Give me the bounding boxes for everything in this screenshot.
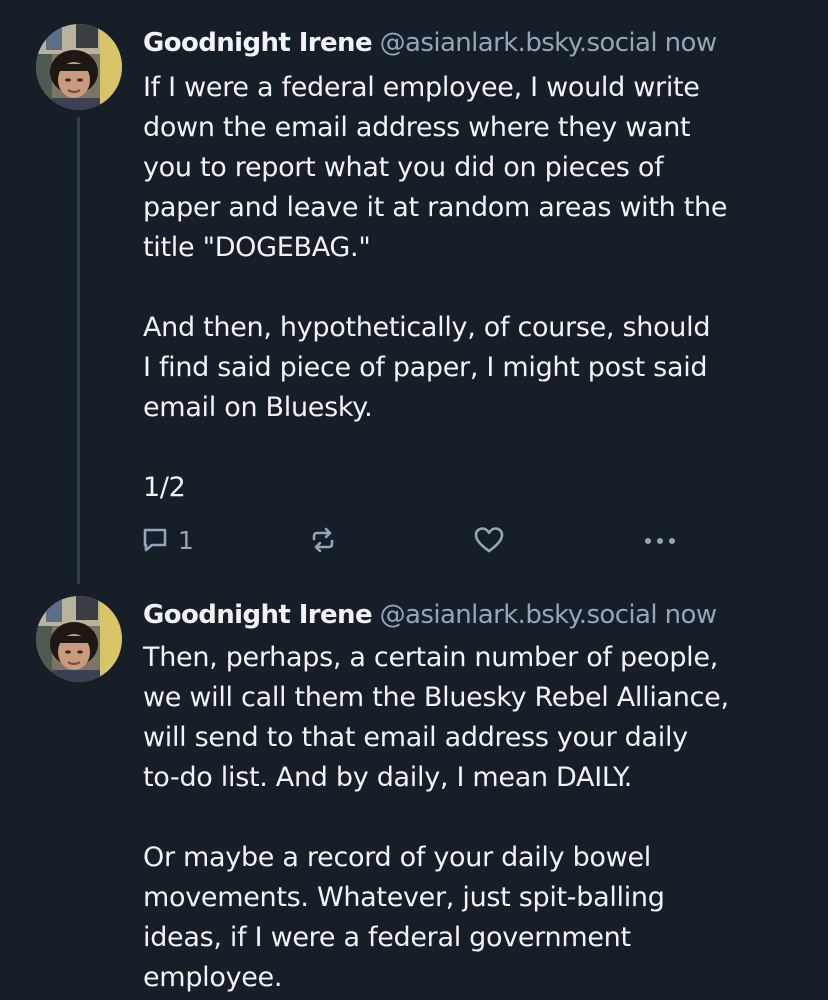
author-name[interactable]: Goodnight Irene xyxy=(143,600,373,630)
post-actions: 1 xyxy=(140,520,700,560)
ellipsis-icon xyxy=(642,525,678,555)
author-avatar[interactable] xyxy=(36,24,122,110)
author-avatar[interactable] xyxy=(36,596,122,682)
author-handle[interactable]: @asianlark.bsky.social xyxy=(380,28,658,58)
post-text: Then, perhaps, a certain number of peopl… xyxy=(143,642,729,993)
author-name[interactable]: Goodnight Irene xyxy=(143,28,373,58)
speech-bubble-icon xyxy=(140,525,170,555)
more-options-button[interactable] xyxy=(642,520,678,560)
author-handle[interactable]: @asianlark.bsky.social xyxy=(380,600,658,630)
repost-arrows-icon xyxy=(308,525,338,555)
repost-button[interactable] xyxy=(308,520,338,560)
like-button[interactable] xyxy=(473,520,505,560)
post-timestamp[interactable]: now xyxy=(665,28,717,58)
heart-icon xyxy=(473,525,505,555)
post-header: Goodnight Irene @asianlark.bsky.social n… xyxy=(143,596,717,634)
post-header: Goodnight Irene @asianlark.bsky.social n… xyxy=(143,24,717,62)
reply-button[interactable]: 1 xyxy=(140,520,194,560)
thread-connector-line xyxy=(77,117,80,584)
reply-count: 1 xyxy=(178,525,194,555)
post-text: If I were a federal employee, I would wr… xyxy=(143,72,728,503)
post-timestamp[interactable]: now xyxy=(665,600,717,630)
